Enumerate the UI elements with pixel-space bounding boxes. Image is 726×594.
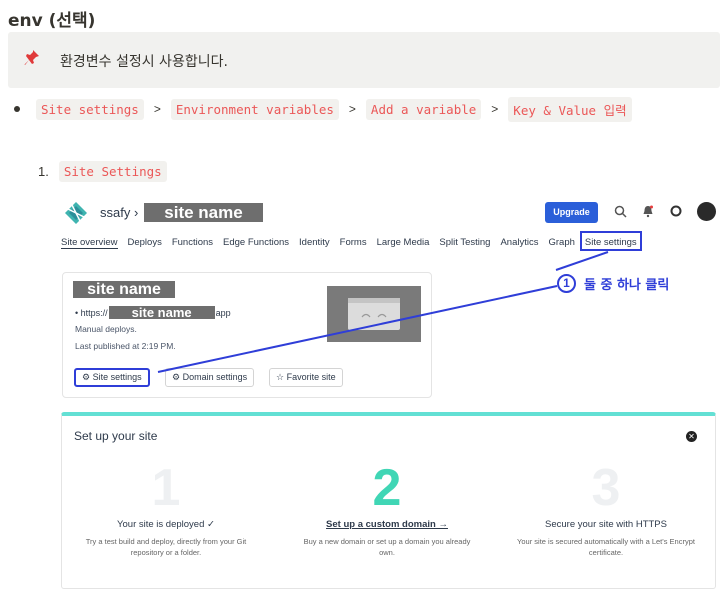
breadcrumb-separator: > (491, 102, 499, 116)
setup-panel: Set up your site ✕ 1 Your site is deploy… (61, 412, 716, 589)
breadcrumb-separator: > (153, 102, 161, 116)
notification-bell-icon[interactable] (642, 205, 654, 218)
setup-step-deployed: 1 Your site is deployed ✓ Try a test bui… (66, 460, 266, 558)
pushpin-icon (24, 50, 39, 65)
setup-step-domain: 2 Set up a custom domain → Buy a new dom… (287, 460, 487, 558)
setup-title: Set up your site (74, 429, 158, 443)
deploy-type: Manual deploys. (75, 324, 137, 334)
site-thumbnail[interactable] (327, 286, 421, 342)
step-number-2: 2 (372, 459, 402, 517)
callout: 환경변수 설정시 사용합니다. (8, 32, 720, 88)
step-description: Your site is secured automatically with … (517, 537, 695, 557)
nav-large-media[interactable]: Large Media (377, 237, 430, 249)
netlify-logo-icon (65, 202, 87, 224)
page-heading: env (선택) (8, 11, 96, 31)
avatar[interactable] (697, 202, 716, 221)
breadcrumb: Site settings > Environment variables > … (14, 96, 632, 122)
settings-icon[interactable] (670, 205, 682, 217)
step-description: Try a test build and deploy, directly fr… (85, 537, 247, 557)
breadcrumb-item-env-vars: Environment variables (170, 98, 339, 120)
nav-graph[interactable]: Graph (548, 237, 574, 249)
breadcrumb-item-site-settings: Site settings (36, 98, 144, 120)
annotation-marker: 1 (557, 274, 576, 293)
search-icon[interactable] (614, 205, 627, 218)
step-heading: Secure your site with HTTPS (545, 519, 667, 530)
nav-site-overview[interactable]: Site overview (61, 237, 118, 249)
site-title-redacted: site name (73, 281, 175, 298)
annotation-text: 둘 중 하나 클릭 (584, 278, 670, 293)
step-number-1: 1 (151, 459, 181, 517)
domain-settings-button[interactable]: ⚙ Domain settings (165, 368, 255, 387)
close-icon[interactable]: ✕ (686, 431, 697, 442)
step-description: Buy a new domain or set up a domain you … (303, 537, 471, 557)
callout-text: 환경변수 설정시 사용합니다. (60, 54, 228, 70)
step-number: 1. (38, 164, 49, 179)
step-heading: Your site is deployed ✓ (117, 519, 215, 530)
step-label: Site Settings (58, 161, 167, 182)
netlify-screenshot: ssafy › site name Upgrade Site overview … (58, 195, 726, 594)
star-icon: ☆ (276, 372, 285, 382)
site-url[interactable]: • https:// site name app (75, 306, 231, 319)
globe-icon: ⚙ (172, 372, 181, 382)
site-thumbnail-preview (348, 298, 400, 330)
step-number-3: 3 (591, 459, 621, 517)
numbered-step: 1. Site Settings (38, 161, 167, 182)
nav-analytics[interactable]: Analytics (500, 237, 538, 249)
breadcrumb-item-key-value: Key & Value 입력 (508, 96, 632, 122)
nav-forms[interactable]: Forms (340, 237, 367, 249)
site-name-redacted: site name (144, 203, 263, 222)
nav-split-testing[interactable]: Split Testing (439, 237, 490, 249)
setup-step-https: 3 Secure your site with HTTPS Your site … (506, 460, 706, 558)
bullet-dot (14, 106, 20, 112)
site-settings-button[interactable]: ⚙ Site settings (74, 368, 150, 387)
favorite-site-button[interactable]: ☆ Favorite site (269, 368, 343, 387)
site-card: site name • https:// site name app Manua… (62, 272, 432, 398)
upgrade-button[interactable]: Upgrade (545, 202, 598, 223)
site-url-redacted: site name (108, 306, 215, 319)
nav-deploys[interactable]: Deploys (128, 237, 162, 249)
preview-icon (348, 298, 400, 318)
gear-icon: ⚙ (82, 372, 91, 382)
site-nav: Site overview Deploys Functions Edge Fun… (61, 237, 647, 249)
breadcrumb-item-add-variable: Add a variable (365, 98, 482, 120)
nav-identity[interactable]: Identity (299, 237, 330, 249)
nav-functions[interactable]: Functions (172, 237, 213, 249)
breadcrumb-separator: > (348, 102, 356, 116)
custom-domain-link[interactable]: Set up a custom domain → (287, 519, 487, 530)
last-published: Last published at 2:19 PM. (75, 341, 176, 351)
team-name[interactable]: ssafy › (100, 205, 138, 220)
highlight-box-nav-site-settings (580, 231, 642, 251)
nav-edge-functions[interactable]: Edge Functions (223, 237, 289, 249)
